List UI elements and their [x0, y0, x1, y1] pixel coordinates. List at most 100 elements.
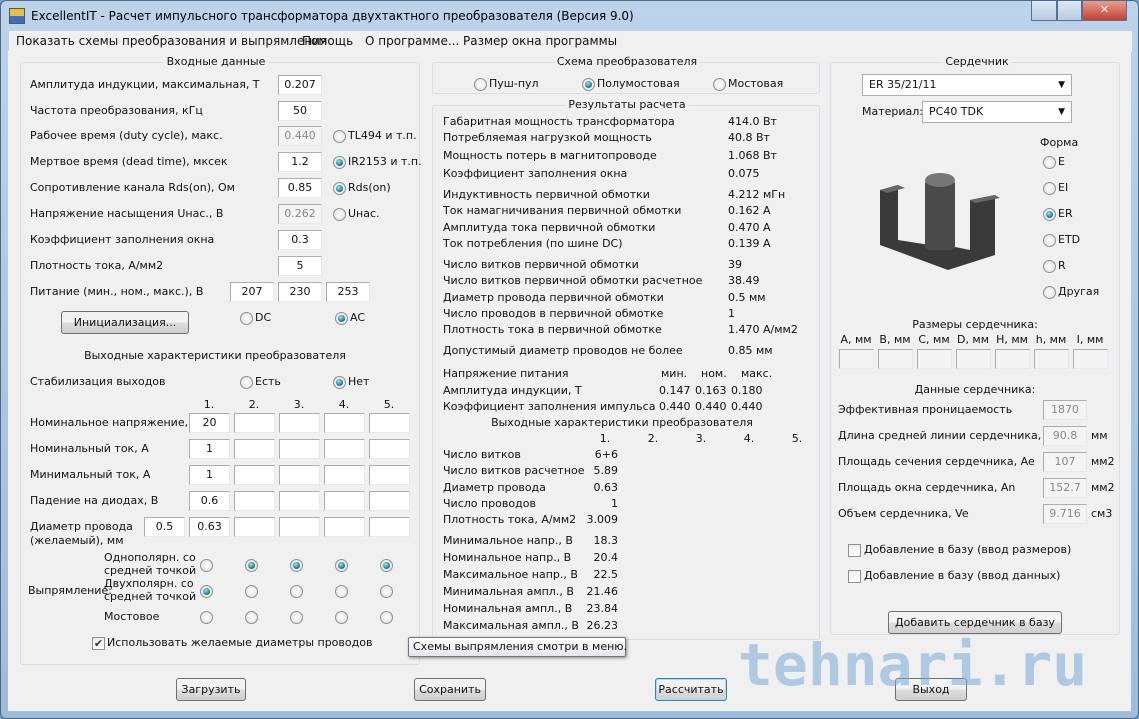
input-group: Входные данные	[20, 55, 420, 665]
output-title: Выходные характеристики преобразователя	[84, 349, 346, 362]
output-input[interactable]	[279, 491, 320, 511]
use-diam-checkbox[interactable]: ✔	[92, 637, 105, 650]
supply-input[interactable]: 253	[326, 282, 370, 302]
output-input[interactable]	[369, 413, 410, 433]
radio-stab-yes[interactable]	[240, 376, 253, 389]
supply-input[interactable]: 230	[278, 282, 322, 302]
output-input[interactable]	[369, 491, 410, 511]
output-input[interactable]	[279, 439, 320, 459]
diam-input[interactable]: 0.63	[189, 517, 230, 537]
input-field[interactable]: 1.2	[278, 152, 322, 172]
material-select[interactable]: PC40 TDK ▼	[922, 101, 1072, 123]
load-button[interactable]: Загрузить	[176, 678, 246, 701]
radio-switch_options-1[interactable]	[333, 208, 346, 221]
add-data-checkbox[interactable]	[848, 570, 861, 583]
sizes-title: Размеры сердечника:	[912, 318, 1038, 331]
output-input[interactable]	[369, 439, 410, 459]
shape-option-label: ER	[1058, 207, 1073, 220]
output-input[interactable]	[369, 465, 410, 485]
shape-radio[interactable]	[1043, 208, 1056, 221]
init-button[interactable]: Инициализация...	[61, 311, 189, 334]
size-input[interactable]	[956, 349, 991, 369]
size-input[interactable]	[839, 349, 874, 369]
diam-input[interactable]	[369, 517, 410, 537]
rect-radio[interactable]	[200, 559, 213, 572]
output-input[interactable]: 1	[189, 465, 230, 485]
input-field[interactable]: 0.207	[278, 75, 322, 95]
output-input[interactable]: 20	[189, 413, 230, 433]
size-input[interactable]	[878, 349, 913, 369]
input-field[interactable]: 0.85	[278, 178, 322, 198]
size-input[interactable]	[1073, 349, 1108, 369]
diam-input[interactable]	[324, 517, 365, 537]
rect-option-label: Двухполярн. со	[104, 577, 194, 590]
rect-radio[interactable]	[290, 611, 303, 624]
rect-radio[interactable]	[335, 585, 348, 598]
rect-radio[interactable]	[200, 585, 213, 598]
save-button[interactable]: Сохранить	[414, 678, 486, 701]
input-field[interactable]: 5	[278, 256, 322, 276]
output-input[interactable]	[234, 491, 275, 511]
shape-radio[interactable]	[1043, 182, 1056, 195]
results-out-label: Номинальная ампл., В	[443, 602, 573, 615]
diam-extra-input[interactable]: 0.5	[144, 517, 185, 537]
radio-controller_options-0[interactable]	[333, 130, 346, 143]
add-sizes-checkbox[interactable]	[848, 544, 861, 557]
output-input[interactable]	[234, 413, 275, 433]
result-label: Плотность тока в первичной обмотке	[443, 323, 662, 336]
rect-radio[interactable]	[335, 611, 348, 624]
output-input[interactable]	[324, 413, 365, 433]
scheme-radio[interactable]	[582, 78, 595, 91]
supply-input[interactable]: 207	[230, 282, 274, 302]
shape-radio[interactable]	[1043, 234, 1056, 247]
input-field[interactable]: 0.262	[278, 204, 322, 224]
core-data-value[interactable]: 90.8	[1043, 426, 1087, 446]
rect-radio[interactable]	[380, 559, 393, 572]
rect-radio[interactable]	[290, 559, 303, 572]
output-input[interactable]	[279, 465, 320, 485]
shape-radio[interactable]	[1043, 286, 1056, 299]
size-input[interactable]	[1034, 349, 1069, 369]
results-out-value: 18.3	[593, 534, 619, 547]
diam-input[interactable]	[279, 517, 320, 537]
radio-stab-no[interactable]	[333, 376, 346, 389]
rect-radio[interactable]	[245, 585, 258, 598]
scheme-radio[interactable]	[713, 78, 726, 91]
output-input[interactable]	[234, 439, 275, 459]
scheme-radio[interactable]	[474, 78, 487, 91]
core-model-select[interactable]: ER 35/21/11 ▼	[862, 74, 1072, 96]
calculate-button[interactable]: Рассчитать	[655, 678, 727, 701]
results-out-label: Номинальное напр., В	[443, 551, 572, 564]
size-input[interactable]	[917, 349, 952, 369]
diam-input[interactable]	[234, 517, 275, 537]
shape-radio[interactable]	[1043, 156, 1056, 169]
output-input[interactable]	[279, 413, 320, 433]
size-input[interactable]	[995, 349, 1030, 369]
rect-radio[interactable]	[380, 611, 393, 624]
input-field[interactable]: 0.3	[278, 230, 322, 250]
output-input[interactable]	[234, 465, 275, 485]
core-data-value[interactable]: 107	[1043, 452, 1087, 472]
output-input[interactable]: 1	[189, 439, 230, 459]
input-field[interactable]: 50	[278, 101, 322, 121]
output-input[interactable]	[324, 491, 365, 511]
input-field[interactable]: 0.440	[278, 126, 322, 146]
radio-controller_options-1[interactable]	[333, 156, 346, 169]
output-input[interactable]	[324, 439, 365, 459]
radio-ac[interactable]	[335, 312, 348, 325]
result-label: Ток потребления (по шине DC)	[443, 237, 623, 250]
radio-switch_options-0[interactable]	[333, 182, 346, 195]
rect-radio[interactable]	[245, 559, 258, 572]
core-data-value[interactable]: 152.7	[1043, 478, 1087, 498]
rect-radio[interactable]	[380, 585, 393, 598]
output-input[interactable]: 0.6	[189, 491, 230, 511]
core-data-value[interactable]: 9.716	[1043, 504, 1087, 524]
core-data-value[interactable]: 1870	[1043, 400, 1087, 420]
shape-radio[interactable]	[1043, 260, 1056, 273]
output-input[interactable]	[324, 465, 365, 485]
radio-dc[interactable]	[240, 312, 253, 325]
rect-radio[interactable]	[290, 585, 303, 598]
rect-radio[interactable]	[245, 611, 258, 624]
rect-radio[interactable]	[200, 611, 213, 624]
rect-radio[interactable]	[335, 559, 348, 572]
